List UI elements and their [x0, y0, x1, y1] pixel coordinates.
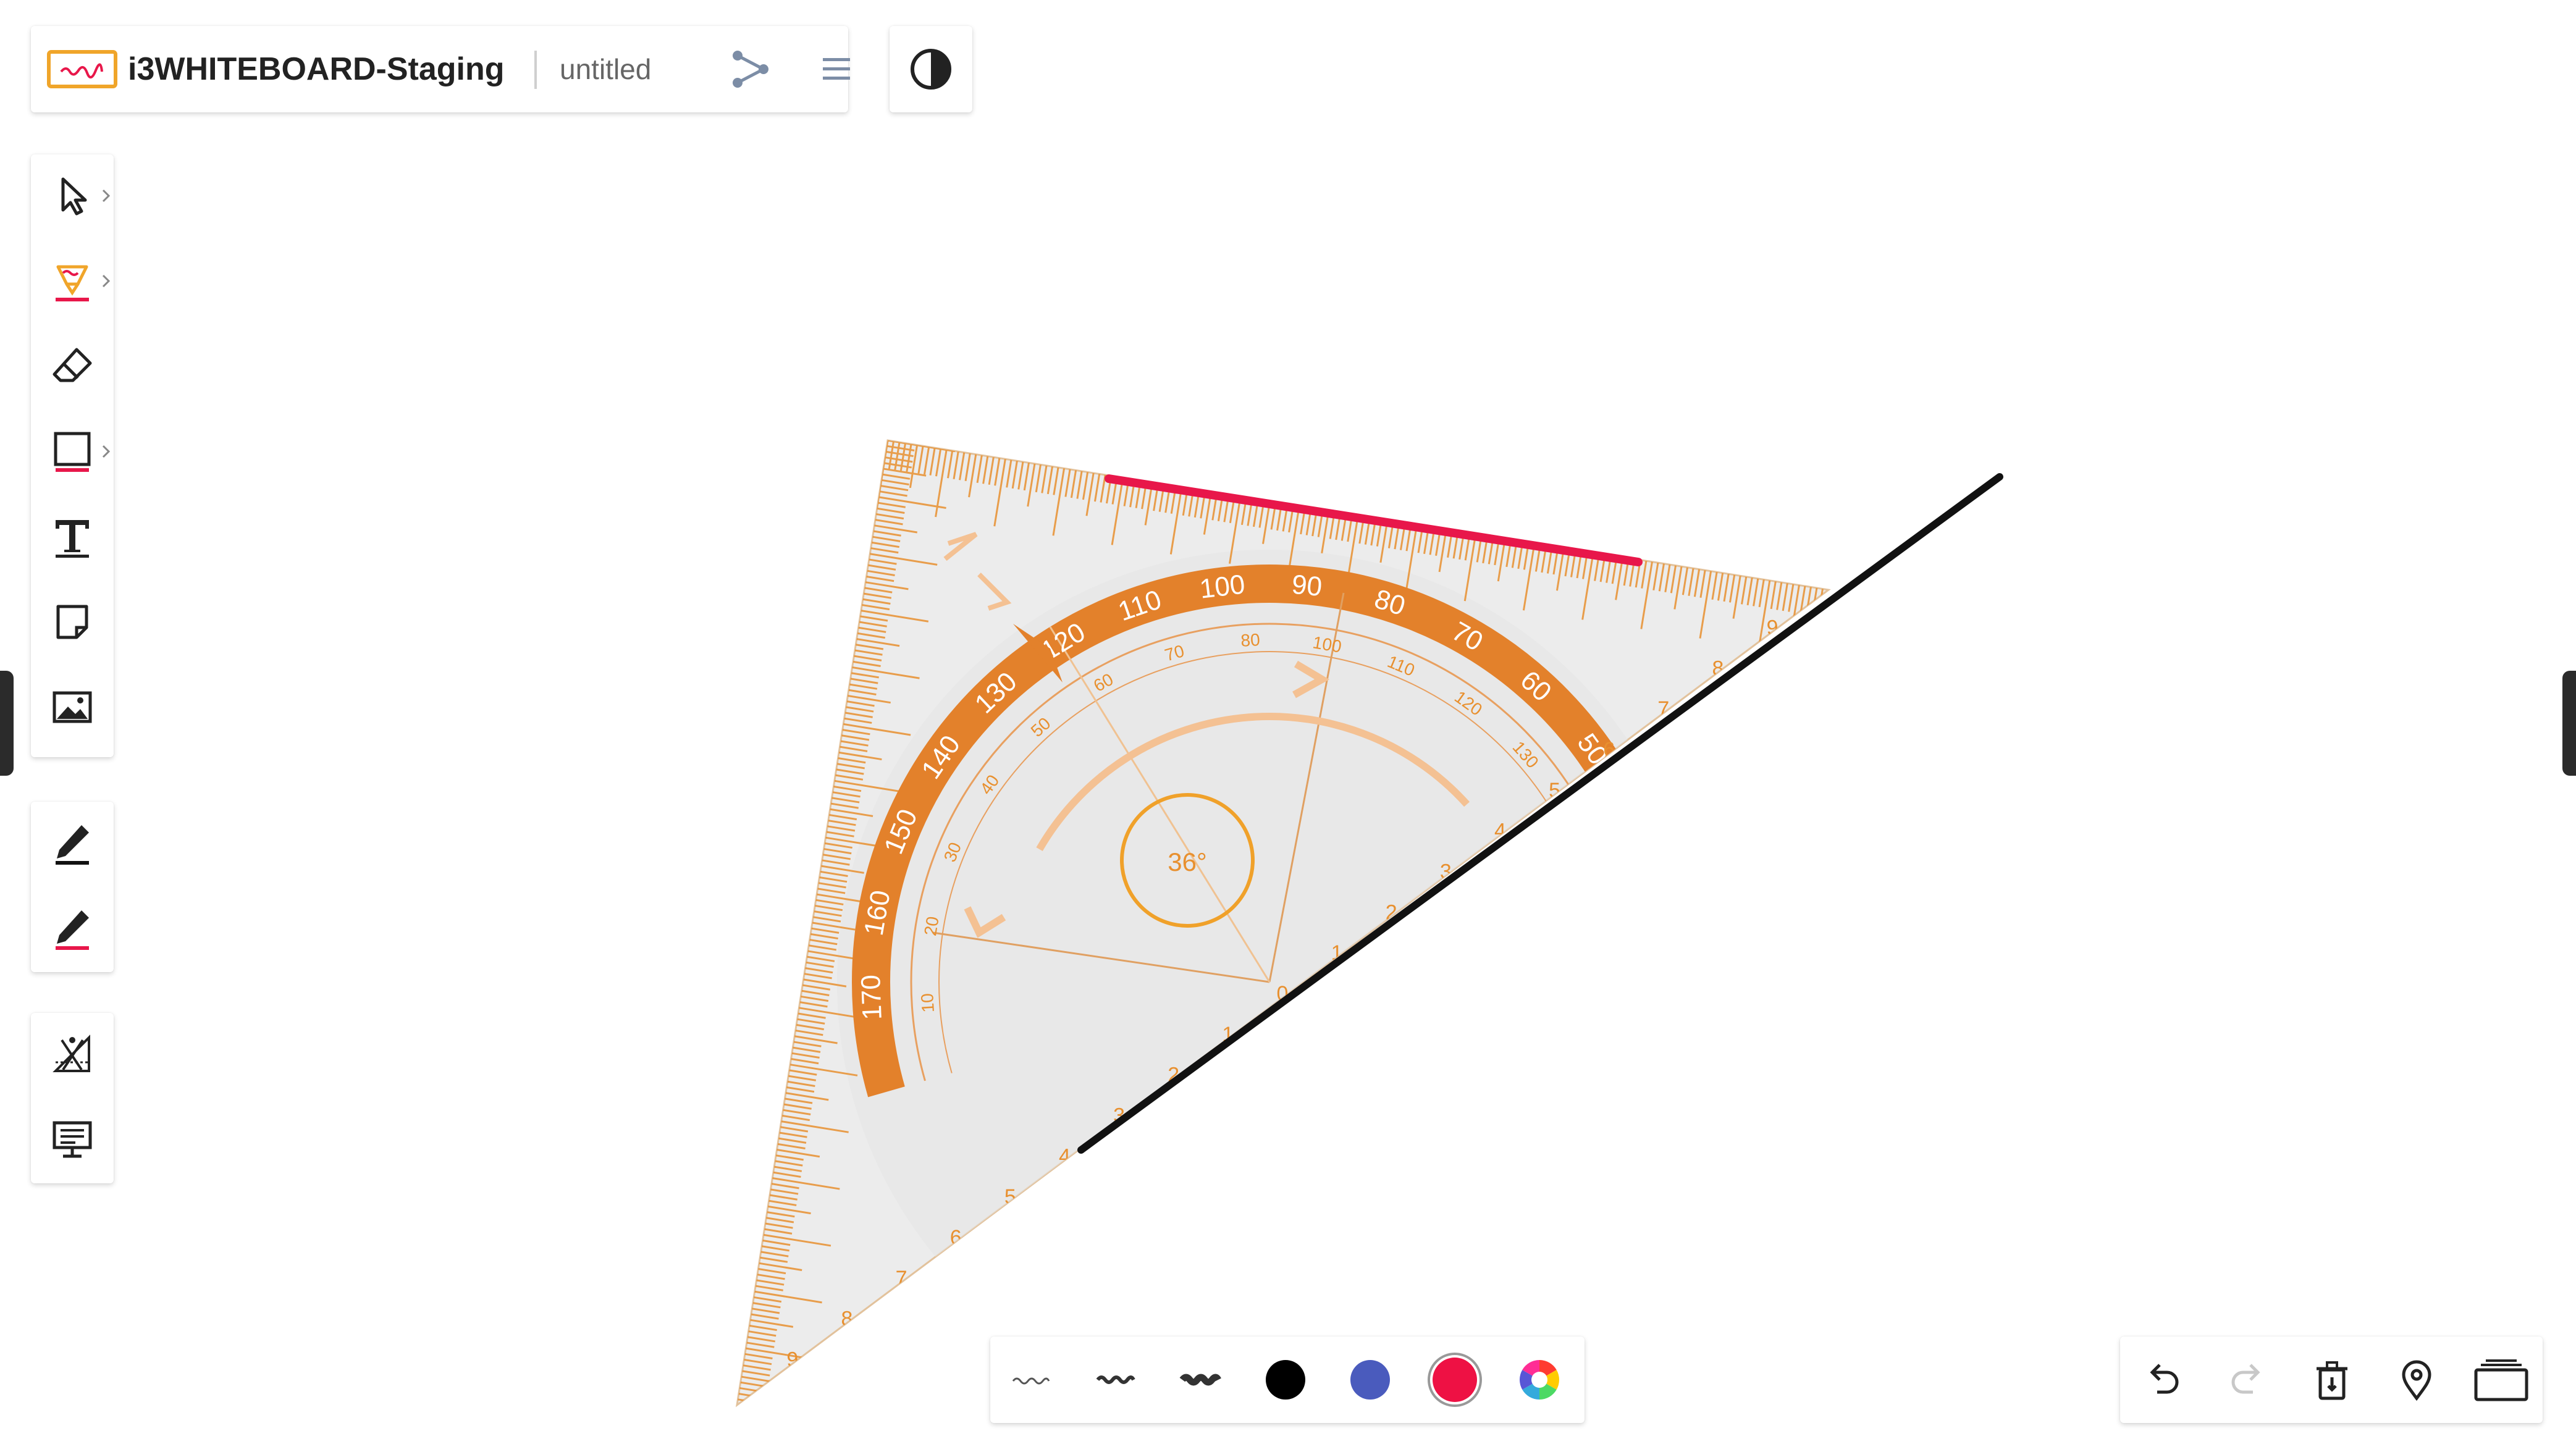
text-tool[interactable]	[31, 495, 114, 578]
contrast-toggle-icon	[911, 49, 951, 90]
app-title: i3WHITEBOARD-Staging	[128, 51, 505, 87]
protractor-inner-label: 150	[1586, 872, 1612, 905]
whiteboard-logo-icon	[47, 50, 117, 88]
location-pin-icon	[2402, 1360, 2431, 1401]
select-tool[interactable]	[31, 154, 114, 237]
highlighter-tool[interactable]	[31, 240, 114, 322]
left-toolbar-extra	[31, 1013, 114, 1183]
eraser-tool[interactable]	[31, 325, 114, 408]
protractor-inner-label: 80	[1240, 630, 1261, 650]
undo-button[interactable]	[2120, 1337, 2205, 1423]
title-divider	[534, 51, 537, 89]
location-button[interactable]	[2374, 1337, 2459, 1423]
square-icon	[54, 432, 91, 472]
hamburger-menu-icon[interactable]	[815, 48, 857, 90]
shape-tool[interactable]	[31, 410, 114, 493]
document-name[interactable]: untitled	[560, 26, 651, 112]
protractor-label: 90	[1290, 569, 1323, 602]
action-bar	[2120, 1337, 2543, 1423]
left-toolbar-pens	[31, 802, 114, 972]
whiteboard-app: 10 20 30 40 50 60 70 80 90 100 110 120 130 140 150 160 1…	[0, 0, 2576, 1444]
set-square-ruler[interactable]: 1020304050607080901001101201301401501601…	[735, 439, 1831, 1414]
color-red[interactable]	[1413, 1337, 1496, 1423]
pen-options-bar	[990, 1337, 1585, 1423]
left-toolbar-main	[31, 154, 114, 757]
title-bar: i3WHITEBOARD-Staging untitled	[31, 26, 850, 112]
protractor-label: 20	[1652, 972, 1683, 1003]
stroke-width-medium[interactable]	[1075, 1337, 1158, 1423]
stroke-medium-icon	[1096, 1375, 1135, 1384]
ruler-label-left: 5	[1004, 1185, 1016, 1209]
ruler-label-left: 8	[841, 1308, 852, 1331]
ruler-label-left: 6	[950, 1226, 962, 1249]
ruler-label-left: 4	[1059, 1144, 1071, 1168]
redo-button[interactable]	[2205, 1337, 2289, 1423]
left-panel-handle[interactable]	[0, 671, 14, 776]
presentation[interactable]	[31, 1098, 114, 1181]
pen-red[interactable]	[31, 887, 114, 970]
protractor-inner-label: 140	[1555, 800, 1586, 835]
pen-black[interactable]	[31, 802, 114, 884]
pen-icon	[56, 825, 89, 865]
right-panel-handle[interactable]	[2562, 671, 2576, 776]
undo-icon	[2150, 1364, 2179, 1394]
cursor-arrow-icon	[61, 177, 87, 216]
stroke-thin-icon	[1012, 1377, 1050, 1385]
drawing-canvas[interactable]: 1020304050607080901001101201301401501601…	[0, 0, 2576, 1444]
delete-button[interactable]	[2289, 1337, 2374, 1423]
sticky-note-tool[interactable]	[31, 581, 114, 663]
pages-button[interactable]	[2459, 1337, 2543, 1423]
ruler-compass-icon	[53, 1035, 90, 1072]
color-swatch-red-selected	[1428, 1353, 1482, 1407]
eraser-icon	[53, 348, 92, 382]
protractor-label: 170	[856, 974, 888, 1020]
ruler-label-left: 7	[896, 1267, 907, 1290]
share-icon[interactable]	[729, 48, 771, 90]
color-wheel-icon	[1520, 1360, 1559, 1400]
image-tool[interactable]	[31, 666, 114, 749]
color-swatch-blue	[1350, 1360, 1390, 1400]
protractor-label: 30	[1642, 886, 1678, 921]
protractor-inner-label: 170	[1595, 1026, 1619, 1057]
contrast-toggle-button[interactable]	[890, 26, 972, 112]
image-icon	[53, 691, 92, 723]
pages-stack-icon	[2474, 1359, 2528, 1401]
ruler-label-left: 9	[786, 1348, 798, 1372]
protractor-label: 10	[1639, 1054, 1676, 1090]
chevron-right-icon	[102, 445, 111, 458]
color-swatch-black	[1266, 1360, 1305, 1400]
color-black[interactable]	[1244, 1337, 1327, 1423]
redo-icon	[2231, 1364, 2260, 1394]
protractor-inner-label: 160	[1601, 950, 1622, 980]
presentation-icon	[53, 1121, 92, 1158]
stroke-width-thin[interactable]	[990, 1337, 1073, 1423]
chevron-right-icon	[102, 274, 111, 288]
protractor-label: 100	[1198, 569, 1247, 604]
protractor-label: 40	[1614, 803, 1654, 842]
chevron-right-icon	[102, 189, 111, 203]
trash-icon	[2317, 1361, 2347, 1400]
highlighter-icon	[56, 265, 89, 301]
protractor-inner-label: 20	[920, 915, 943, 938]
stroke-thick-icon	[1179, 1374, 1221, 1386]
color-blue[interactable]	[1329, 1337, 1412, 1423]
protractor-inner-label: 10	[917, 993, 938, 1013]
geometry-tools[interactable]	[31, 1013, 114, 1096]
pen-icon	[56, 910, 89, 950]
angle-readout: 36°	[1168, 847, 1207, 876]
sticky-note-icon	[56, 605, 88, 639]
stroke-width-thick[interactable]	[1160, 1337, 1242, 1423]
more-colors[interactable]	[1498, 1337, 1581, 1423]
text-t-icon	[56, 520, 89, 558]
